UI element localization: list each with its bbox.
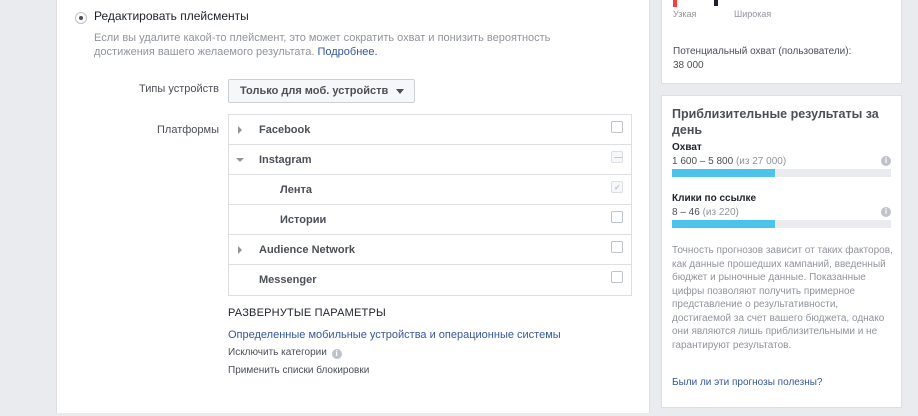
info-icon[interactable]: i bbox=[881, 156, 891, 166]
gauge-needle bbox=[714, 0, 718, 6]
gauge-narrow-segment bbox=[673, 0, 677, 7]
edit-placements-label[interactable]: Редактировать плейсменты bbox=[94, 9, 249, 23]
feed-checkbox[interactable]: ✓ bbox=[611, 181, 623, 193]
info-icon[interactable]: i bbox=[331, 349, 342, 359]
info-icon[interactable]: i bbox=[881, 207, 891, 217]
estimates-disclaimer: Точность прогнозов зависит от таких факт… bbox=[672, 245, 893, 351]
platform-row-instagram[interactable]: Instagram — bbox=[229, 145, 631, 175]
link-clicks-title: Клики по ссылке bbox=[672, 193, 757, 204]
placements-help-text: Если вы удалите какой-то плейсмент, это … bbox=[94, 32, 551, 58]
reach-bar bbox=[672, 169, 891, 177]
reach-value: 1 600 – 5 800 (из 27 000) bbox=[672, 156, 787, 167]
audience-network-checkbox[interactable] bbox=[611, 241, 623, 253]
edit-placements-radio[interactable] bbox=[75, 12, 87, 24]
platform-row-stories[interactable]: Истории bbox=[229, 205, 631, 235]
facebook-checkbox[interactable] bbox=[611, 121, 623, 133]
audience-definition-card: Узкая Широкая Потенциальный охват (польз… bbox=[661, 0, 902, 84]
placements-panel: Редактировать плейсменты Если вы удалите… bbox=[56, 0, 650, 413]
link-clicks-value: 8 – 46 (из 220) bbox=[672, 207, 739, 218]
reach-bar-fill bbox=[672, 169, 775, 177]
potential-reach-value: 38 000 bbox=[673, 60, 704, 71]
gauge-broad-label: Широкая bbox=[734, 9, 772, 19]
expand-arrow-icon[interactable] bbox=[238, 246, 242, 254]
specific-devices-link[interactable]: Определенные мобильные устройства и опер… bbox=[228, 329, 561, 341]
platforms-list: Facebook Instagram — Лента ✓ Истории Aud… bbox=[228, 114, 632, 296]
audience-gauge bbox=[673, 0, 773, 7]
device-types-selected: Только для моб. устройств bbox=[240, 85, 389, 97]
device-types-dropdown[interactable]: Только для моб. устройств bbox=[228, 79, 416, 103]
messenger-checkbox[interactable] bbox=[611, 271, 623, 283]
indeterminate-icon: — bbox=[614, 153, 622, 162]
gauge-narrow-label: Узкая bbox=[673, 9, 697, 19]
collapse-arrow-icon[interactable] bbox=[236, 158, 244, 162]
advanced-options-title: РАЗВЕРНУТЫЕ ПАРАМЕТРЫ bbox=[228, 307, 386, 319]
learn-more-link[interactable]: Подробнее. bbox=[317, 46, 377, 58]
estimated-results-card: Приблизительные результаты за день Охват… bbox=[661, 95, 902, 408]
checkmark-icon: ✓ bbox=[614, 183, 621, 192]
caret-down-icon bbox=[396, 89, 405, 94]
platform-row-feed[interactable]: Лента ✓ bbox=[229, 175, 631, 205]
block-lists-option[interactable]: Применить списки блокировки bbox=[228, 365, 369, 376]
expand-arrow-icon[interactable] bbox=[238, 126, 242, 134]
stories-checkbox[interactable] bbox=[611, 211, 623, 223]
platform-row-audience-network[interactable]: Audience Network bbox=[229, 235, 631, 265]
link-clicks-bar-fill bbox=[672, 220, 775, 228]
exclude-categories-option[interactable]: Исключить категории i bbox=[228, 347, 342, 359]
potential-reach: Потенциальный охват (пользователи): 38 0… bbox=[673, 46, 852, 71]
instagram-checkbox[interactable]: — bbox=[611, 151, 623, 163]
link-clicks-bar bbox=[672, 220, 891, 228]
device-types-label: Типы устройств bbox=[139, 83, 219, 95]
reach-title: Охват bbox=[672, 142, 702, 153]
platform-row-messenger[interactable]: Messenger bbox=[229, 265, 631, 295]
estimated-results-title: Приблизительные результаты за день bbox=[672, 107, 879, 137]
estimates-feedback-link[interactable]: Были ли эти прогнозы полезны? bbox=[672, 377, 822, 388]
platform-row-facebook[interactable]: Facebook bbox=[229, 115, 631, 145]
platforms-label: Платформы bbox=[157, 124, 219, 136]
